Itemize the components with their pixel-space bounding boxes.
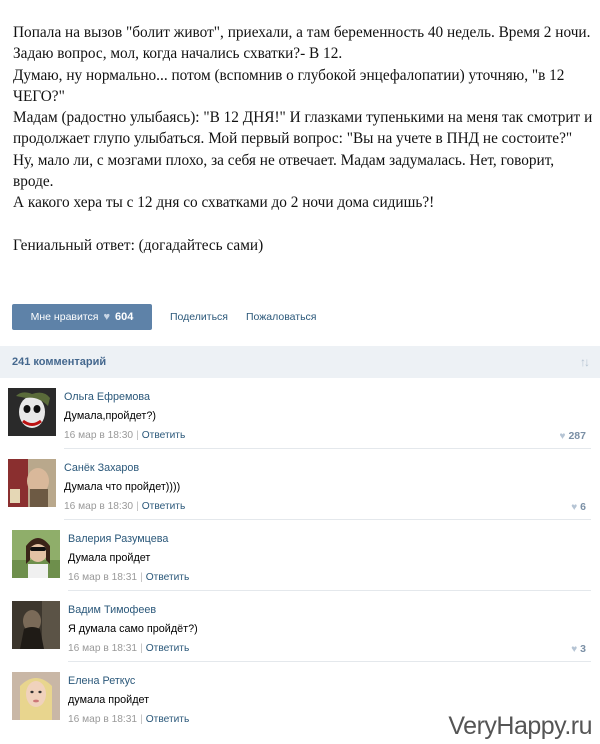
comment-like-count: 6 xyxy=(580,501,586,513)
meta-separator: | xyxy=(136,501,139,512)
comment-text: Думала что пройдет)))) xyxy=(64,481,181,493)
post-paragraph: Думаю, ну нормально... потом (вспомнив о… xyxy=(13,66,565,105)
comment-meta: 16 мар в 18:31 | Ответить xyxy=(68,714,189,725)
comments-count: 241 комментарий xyxy=(12,356,107,368)
post-answer: Гениальный ответ: (догадайтесь сами) xyxy=(13,236,264,254)
meta-separator: | xyxy=(136,430,139,441)
comment-date[interactable]: 16 мар в 18:30 xyxy=(64,430,133,441)
comments-header: 241 комментарий ↑↓ xyxy=(0,346,600,378)
comment-meta: 16 мар в 18:30 | Ответить xyxy=(64,430,185,441)
comment-item: Валерия Разумцева Думала пройдет 16 мар … xyxy=(0,522,600,592)
comment-like-count: 287 xyxy=(568,430,586,442)
comment-divider xyxy=(68,661,591,662)
comment-text: думала пройдет xyxy=(68,694,150,706)
heart-icon: ♥ xyxy=(103,311,111,323)
reply-link[interactable]: Ответить xyxy=(146,714,190,725)
comment-item: Ольга Ефремова Думала,пройдет?) 16 мар в… xyxy=(0,380,600,450)
meta-separator: | xyxy=(140,714,143,725)
comment-date[interactable]: 16 мар в 18:31 xyxy=(68,572,137,583)
like-count: 604 xyxy=(115,311,134,323)
avatar[interactable] xyxy=(12,530,60,578)
heart-icon: ♥ xyxy=(571,502,578,513)
avatar[interactable] xyxy=(12,672,60,720)
comment-divider xyxy=(64,519,591,520)
post-actions: Мне нравится ♥ 604 Поделиться Пожаловать… xyxy=(12,304,317,330)
post-paragraph: Попала на вызов "болит живот", приехали,… xyxy=(13,24,591,63)
comment-meta: 16 мар в 18:30 | Ответить xyxy=(64,501,185,512)
report-link[interactable]: Пожаловаться xyxy=(246,311,317,323)
watermark: VeryHappy.ru xyxy=(448,712,592,740)
comment-item: Вадим Тимофеев Я думала само пройдёт?) 1… xyxy=(0,593,600,663)
post-text: Попала на вызов "болит живот", приехали,… xyxy=(13,22,595,256)
comment-author[interactable]: Вадим Тимофеев xyxy=(68,604,156,616)
avatar[interactable] xyxy=(8,388,56,436)
comment-meta: 16 мар в 18:31 | Ответить xyxy=(68,572,189,583)
comment-date[interactable]: 16 мар в 18:30 xyxy=(64,501,133,512)
comment-author[interactable]: Ольга Ефремова xyxy=(64,391,150,403)
comment-text: Я думала само пройдёт?) xyxy=(68,623,198,635)
like-label: Мне нравится xyxy=(30,311,99,323)
comment-date[interactable]: 16 мар в 18:31 xyxy=(68,714,137,725)
comment-author[interactable]: Валерия Разумцева xyxy=(68,533,168,545)
comment-text: Думала пройдет xyxy=(68,552,151,564)
meta-separator: | xyxy=(140,643,143,654)
comment-author[interactable]: Санёк Захаров xyxy=(64,462,139,474)
like-button[interactable]: Мне нравится ♥ 604 xyxy=(12,304,152,330)
comment-date[interactable]: 16 мар в 18:31 xyxy=(68,643,137,654)
comment-likes[interactable]: ♥ 3 xyxy=(571,643,586,655)
heart-icon: ♥ xyxy=(571,644,578,655)
comment-divider xyxy=(68,590,591,591)
post-paragraph: Мадам (радостно улыбаясь): "В 12 ДНЯ!" И… xyxy=(13,109,593,148)
post-paragraph: Ну, мало ли, с мозгами плохо, за себя не… xyxy=(13,151,555,191)
reply-link[interactable]: Ответить xyxy=(142,501,186,512)
reply-link[interactable]: Ответить xyxy=(146,643,190,654)
comment-item: Санёк Захаров Думала что пройдет)))) 16 … xyxy=(0,451,600,521)
meta-separator: | xyxy=(140,572,143,583)
avatar[interactable] xyxy=(12,601,60,649)
heart-icon: ♥ xyxy=(559,431,566,442)
comment-text: Думала,пройдет?) xyxy=(64,410,156,422)
reply-link[interactable]: Ответить xyxy=(146,572,190,583)
comment-likes[interactable]: ♥ 287 xyxy=(560,430,586,442)
reply-link[interactable]: Ответить xyxy=(142,430,186,441)
share-link[interactable]: Поделиться xyxy=(170,311,228,323)
comment-like-count: 3 xyxy=(580,643,586,655)
comment-divider xyxy=(64,448,591,449)
sort-arrows-icon[interactable]: ↑↓ xyxy=(580,355,590,369)
avatar[interactable] xyxy=(8,459,56,507)
comment-meta: 16 мар в 18:31 | Ответить xyxy=(68,643,189,654)
comment-author[interactable]: Елена Реткус xyxy=(68,675,135,687)
comment-likes[interactable]: ♥ 6 xyxy=(571,501,586,513)
post-paragraph: А какого хера ты с 12 дня со схватками д… xyxy=(13,194,435,212)
